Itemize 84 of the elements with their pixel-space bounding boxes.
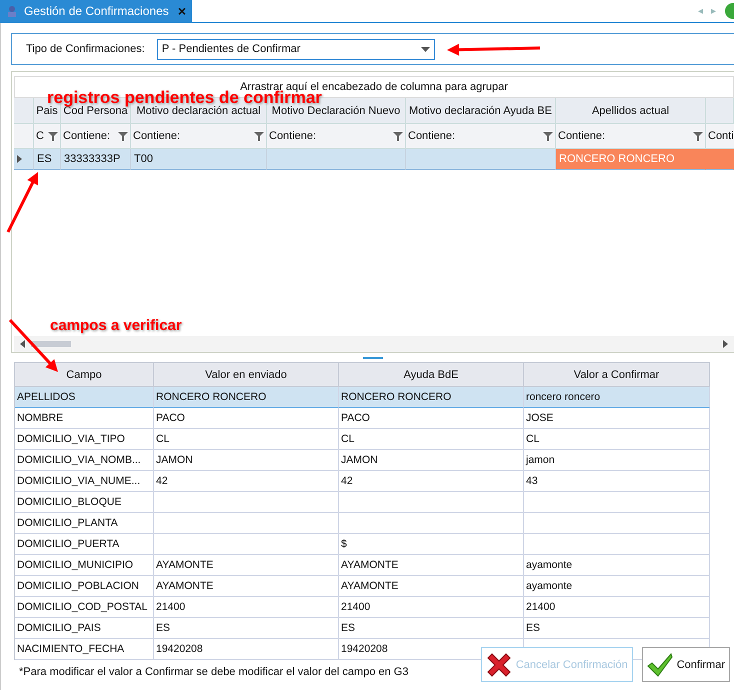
table-cell: 43 xyxy=(524,471,710,492)
table-cell: 42 xyxy=(339,471,524,492)
table-cell: NACIMIENTO_FECHA xyxy=(15,639,154,660)
filter-icon[interactable] xyxy=(693,131,703,141)
table-cell: JAMON xyxy=(339,450,524,471)
document-tab[interactable]: Gestión de Confirmaciones × xyxy=(0,0,192,22)
table-cell: jamon xyxy=(524,450,710,471)
column-header[interactable]: Valor a Confirmar xyxy=(524,362,710,387)
caret-icon xyxy=(420,46,430,52)
table-cell: JOSE xyxy=(524,408,710,429)
table-cell: DOMICILIO_COD_POSTAL xyxy=(15,597,154,618)
table-cell: AYAMONTE xyxy=(339,576,524,597)
cross-icon xyxy=(486,652,512,678)
filter-cell[interactable]: Contiene: xyxy=(556,124,706,149)
table-cell: DOMICILIO_PLANTA xyxy=(15,513,154,534)
column-header[interactable]: Apellidos actual xyxy=(556,98,706,124)
column-header[interactable]: Campo xyxy=(15,362,154,387)
filter-cell[interactable]: C xyxy=(34,124,61,149)
app-icon xyxy=(6,5,18,17)
column-header[interactable]: Motivo declaración Ayuda BE xyxy=(406,98,556,124)
table-cell: ES xyxy=(339,618,524,639)
annotation-arrow xyxy=(6,172,38,233)
annotation-text: campos a verificar xyxy=(50,317,182,334)
table-cell: CL xyxy=(524,429,710,450)
table-cell: 33333333P xyxy=(61,149,131,170)
table-cell: ES xyxy=(524,618,710,639)
filter-cell[interactable]: Contiene: xyxy=(267,124,406,149)
table-cell: AYAMONTE xyxy=(154,576,339,597)
table-cell: roncero roncero xyxy=(524,387,710,408)
table-cell: DOMICILIO_MUNICIPIO xyxy=(15,555,154,576)
table-cell: 21400 xyxy=(339,597,524,618)
table-cell: AYAMONTE xyxy=(339,555,524,576)
table-cell: 42 xyxy=(154,471,339,492)
table-cell: CL xyxy=(339,429,524,450)
scroll-right-icon[interactable] xyxy=(723,340,728,348)
filter-cell[interactable]: Contiene: xyxy=(406,124,556,149)
table-cell: NOMBRE xyxy=(15,408,154,429)
filter-cell[interactable]: Contiene: xyxy=(131,124,267,149)
scroll-left-icon[interactable] xyxy=(20,340,25,348)
table-cell: DOMICILIO_POBLACION xyxy=(15,576,154,597)
filter-icon[interactable] xyxy=(393,131,403,141)
table-cell: APELLIDOS xyxy=(15,387,154,408)
confirmation-type-dropdown[interactable]: P - Pendientes de Confirmar xyxy=(156,38,435,60)
table-cell: AYAMONTE xyxy=(154,555,339,576)
close-button[interactable]: × xyxy=(178,3,186,19)
filter-icon[interactable] xyxy=(118,131,128,141)
filter-icon[interactable] xyxy=(543,131,553,141)
row-indicator-icon xyxy=(17,155,22,163)
table-cell: 21400 xyxy=(524,597,710,618)
filter-corner xyxy=(14,124,34,149)
tab-title: Gestión de Confirmaciones xyxy=(24,4,170,18)
horizontal-scrollbar[interactable] xyxy=(14,336,734,352)
header-corner xyxy=(14,98,34,124)
table-cell: RONCERO RONCERO xyxy=(556,149,706,170)
table-cell: 21400 xyxy=(154,597,339,618)
table-cell: DOMICILIO_VIA_NOMB... xyxy=(15,450,154,471)
table-cell: JAMON xyxy=(154,450,339,471)
table-cell: ES xyxy=(34,149,61,170)
table-cell: 19420208 xyxy=(154,639,339,660)
column-header[interactable]: Valor en enviado xyxy=(154,362,339,387)
column-header[interactable]: Ayuda BdE xyxy=(339,362,524,387)
filter-icon[interactable] xyxy=(48,131,58,141)
table-cell: RONCERO RONCERO xyxy=(154,387,339,408)
table-cell: T00 xyxy=(131,149,267,170)
confirm-button[interactable]: Confirmar xyxy=(642,647,730,682)
footnote: *Para modificar el valor a Confirmar se debe modificar el valor del campo en G3 xyxy=(19,666,410,678)
table-cell: DOMICILIO_VIA_NUME... xyxy=(15,471,154,492)
table-cell: DOMICILIO_BLOQUE xyxy=(15,492,154,513)
table-cell: DOMICILIO_PAIS xyxy=(15,618,154,639)
filter-cell[interactable]: Contiene: xyxy=(61,124,131,149)
table-cell: $ xyxy=(339,534,524,555)
table-cell: ayamonte xyxy=(524,555,710,576)
table-cell: ES xyxy=(154,618,339,639)
table-cell: CL xyxy=(154,429,339,450)
filter-label: Tipo de Confirmaciones: xyxy=(26,43,145,55)
table-cell: RONCERO RONCERO xyxy=(339,387,524,408)
table-cell: DOMICILIO_PUERTA xyxy=(15,534,154,555)
filter-cell[interactable]: Conti xyxy=(706,124,734,149)
filter-icon[interactable] xyxy=(254,131,264,141)
table-cell: PACO xyxy=(339,408,524,429)
table-cell: PACO xyxy=(154,408,339,429)
table-cell: DOMICILIO_VIA_TIPO xyxy=(15,429,154,450)
record-row[interactable]: ES 33333333P T00 RONCERO RONCERO xyxy=(14,149,734,170)
table-cell: ayamonte xyxy=(524,576,710,597)
